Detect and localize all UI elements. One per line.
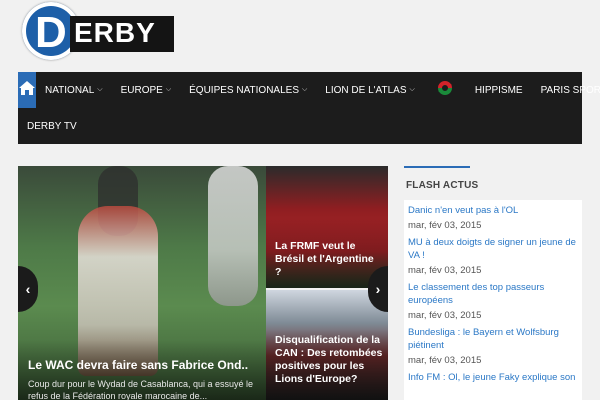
list-item: MU à deux doigts de signer un jeune de V… (408, 236, 580, 277)
nav-item-paris-sportif[interactable]: PARIS SPORTIF (532, 72, 600, 108)
nav-item-label: PARIS SPORTIF (540, 84, 600, 96)
main-navigation: NATIONAL ⌵ EUROPE ⌵ ÉQUIPES NATIONALES ⌵… (18, 72, 600, 144)
nav-item-equipes-nationales[interactable]: ÉQUIPES NATIONALES ⌵ (180, 72, 316, 108)
nav-item-label: EUROPE (120, 84, 163, 96)
side-slide-title[interactable]: La FRMF veut le Brésil et l'Argentine ? (275, 240, 383, 279)
site-logo[interactable]: D ERBY (22, 0, 174, 72)
nav-item-label: LION DE L'ATLAS (325, 84, 407, 96)
list-item: Le classement des top passeurs européens… (408, 281, 580, 322)
flash-link[interactable]: Bundesliga : le Bayern et Wolfsburg piét… (408, 326, 580, 352)
list-item: Bundesliga : le Bayern et Wolfsburg piét… (408, 326, 580, 367)
flash-link[interactable]: MU à deux doigts de signer un jeune de V… (408, 236, 580, 262)
flash-list: Danic n'en veut pas à l'OL mar, fév 03, … (408, 204, 580, 388)
nav-item-label: DERBY TV (27, 120, 77, 132)
nav-item-label: ÉQUIPES NATIONALES (189, 84, 299, 96)
nav-item-national[interactable]: NATIONAL ⌵ (36, 72, 112, 108)
flash-actus-widget: FLASH ACTUS Danic n'en veut pas à l'OL m… (404, 166, 582, 400)
flash-date: mar, fév 03, 2015 (408, 310, 482, 321)
flash-date: mar, fév 03, 2015 (408, 355, 482, 366)
nav-row-1: NATIONAL ⌵ EUROPE ⌵ ÉQUIPES NATIONALES ⌵… (18, 72, 600, 108)
chevron-right-icon: › (375, 281, 381, 297)
chevron-down-icon: ⌵ (165, 86, 172, 93)
chevron-down-icon: ⌵ (301, 86, 308, 93)
featured-slider: Le WAC devra faire sans Fabrice Ond.. Co… (18, 166, 388, 400)
nav-item-lion-de-latlas[interactable]: LION DE L'ATLAS ⌵ (316, 72, 424, 108)
flash-link[interactable]: Danic n'en veut pas à l'OL (408, 204, 580, 217)
flash-link[interactable]: Le classement des top passeurs européens (408, 281, 580, 307)
flash-date: mar, fév 03, 2015 (408, 220, 482, 231)
flash-header-accent (404, 166, 470, 168)
nav-item-label: NATIONAL (45, 84, 95, 96)
main-slide-excerpt: Coup dur pour le Wydad de Casablanca, qu… (28, 379, 254, 400)
main-slide[interactable]: Le WAC devra faire sans Fabrice Ond.. Co… (18, 166, 266, 400)
nav-item-label: HIPPISME (474, 84, 523, 96)
flash-header: FLASH ACTUS (404, 166, 582, 200)
nav-item-flag[interactable] (424, 72, 466, 108)
side-slide-title[interactable]: Disqualification de la CAN : Des retombé… (275, 334, 383, 386)
nav-item-derby-tv[interactable]: DERBY TV (18, 108, 86, 144)
logo-letter: D (35, 8, 67, 57)
home-icon (18, 80, 36, 101)
flash-date: mar, fév 03, 2015 (408, 265, 482, 276)
flash-title: FLASH ACTUS (406, 180, 479, 191)
side-slide-2[interactable]: Disqualification de la CAN : Des retombé… (266, 290, 388, 400)
morocco-algeria-flag-icon (436, 79, 454, 102)
chevron-down-icon: ⌵ (97, 86, 103, 93)
chevron-down-icon: ⌵ (409, 86, 415, 93)
flash-link[interactable]: Info FM : Ol, le jeune Faky explique son (408, 371, 580, 384)
main-slide-title[interactable]: Le WAC devra faire sans Fabrice Ond.. (28, 358, 248, 372)
logo-text: ERBY (74, 17, 156, 48)
list-item: Info FM : Ol, le jeune Faky explique son (408, 371, 580, 384)
chevron-left-icon: ‹ (25, 281, 31, 297)
nav-home-button[interactable] (18, 72, 36, 108)
nav-item-europe[interactable]: EUROPE ⌵ (112, 72, 181, 108)
list-item: Danic n'en veut pas à l'OL mar, fév 03, … (408, 204, 580, 232)
nav-item-hippisme[interactable]: HIPPISME (466, 72, 532, 108)
side-slide-1[interactable]: La FRMF veut le Brésil et l'Argentine ? (266, 166, 388, 288)
slide-image-figure (208, 166, 258, 306)
nav-row-2: DERBY TV (18, 108, 582, 144)
